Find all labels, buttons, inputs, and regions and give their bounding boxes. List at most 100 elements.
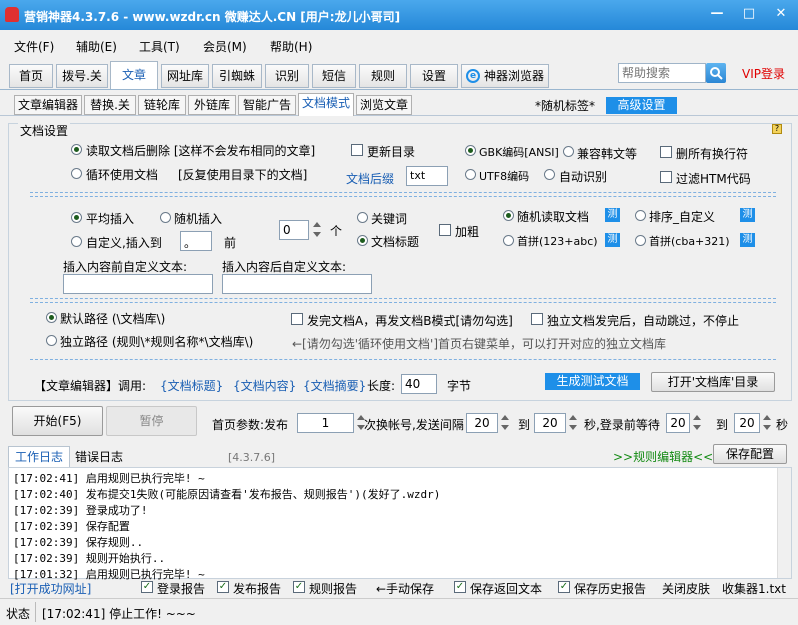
tab-sms[interactable]: 短信 xyxy=(312,64,356,88)
read-delete-radio[interactable] xyxy=(71,144,82,155)
interval-to-input[interactable]: 20 xyxy=(534,413,566,433)
update-dir-checkbox[interactable] xyxy=(351,144,363,156)
interval-to-spinner[interactable] xyxy=(568,413,578,433)
count-spinner[interactable] xyxy=(312,220,322,240)
subtab-browse-articles[interactable]: 浏览文章 xyxy=(356,95,412,115)
help-icon[interactable]: ? xyxy=(772,124,782,134)
interval-from-input[interactable]: 20 xyxy=(466,413,498,433)
pinyin-desc-radio[interactable] xyxy=(635,235,646,246)
wait-from-input[interactable]: 20 xyxy=(666,413,690,433)
search-icon[interactable] xyxy=(706,63,726,83)
open-doc-lib-button[interactable]: 打开'文档库'目录 xyxy=(651,372,775,392)
menu-tools[interactable]: 工具(T) xyxy=(139,38,180,55)
vip-login-link[interactable]: VIP登录 xyxy=(742,65,785,82)
login-report-checkbox[interactable]: ✓ xyxy=(141,581,153,593)
subtab-link-wheel[interactable]: 链轮库 xyxy=(138,95,186,115)
start-button[interactable]: 开始(F5) xyxy=(12,406,103,436)
doc-title-radio[interactable] xyxy=(357,235,368,246)
tab-settings[interactable]: 设置 xyxy=(410,64,458,88)
bold-checkbox[interactable] xyxy=(439,224,451,236)
tab-error-log[interactable]: 错误日志 xyxy=(72,448,126,467)
collector-link[interactable]: 收集器1.txt xyxy=(722,580,786,597)
minimize-icon[interactable]: — xyxy=(706,4,728,24)
save-return-checkbox[interactable]: ✓ xyxy=(454,581,466,593)
subtab-doc-mode[interactable]: 文档模式 xyxy=(298,93,354,116)
save-config-button[interactable]: 保存配置 xyxy=(713,444,787,464)
rand-insert-radio[interactable] xyxy=(160,212,171,223)
menu-help[interactable]: 帮助(H) xyxy=(270,38,312,55)
tab-work-log[interactable]: 工作日志 xyxy=(8,446,70,467)
test-button-4[interactable]: 测 xyxy=(740,233,755,247)
manual-save-link[interactable]: ←手动保存 xyxy=(376,580,434,597)
subtab-article-editor[interactable]: 文章编辑器 xyxy=(14,95,82,115)
log-scrollbar[interactable] xyxy=(777,468,791,578)
tab-dial[interactable]: 拨号.关 xyxy=(56,64,108,88)
tab-article[interactable]: 文章 xyxy=(110,61,158,89)
help-search-input[interactable] xyxy=(618,63,706,83)
close-icon[interactable]: ✕ xyxy=(770,4,792,24)
default-path-radio[interactable] xyxy=(46,312,57,323)
wait-to-input[interactable]: 20 xyxy=(734,413,760,433)
publish-report-checkbox[interactable]: ✓ xyxy=(217,581,229,593)
save-history-checkbox[interactable]: ✓ xyxy=(558,581,570,593)
interval-from-spinner[interactable] xyxy=(500,413,510,433)
wait-to-spinner[interactable] xyxy=(762,413,772,433)
log-box[interactable]: [17:02:41] 启用规则已执行完毕! ~ [17:02:40] 发布提交1… xyxy=(8,467,792,581)
rand-read-radio[interactable] xyxy=(503,210,514,221)
tab-url-lib[interactable]: 网址库 xyxy=(161,64,209,88)
tag-doc-content[interactable]: {文档内容} xyxy=(233,377,296,394)
sort-custom-radio[interactable] xyxy=(635,210,646,221)
test-button-1[interactable]: 测 xyxy=(605,208,620,222)
pause-button[interactable]: 暂停 xyxy=(106,406,197,436)
tab-rules[interactable]: 规则 xyxy=(359,64,407,88)
subtab-smart-ads[interactable]: 智能广告 xyxy=(238,95,296,115)
loop-use-radio[interactable] xyxy=(71,168,82,179)
random-tag-label[interactable]: *随机标签* xyxy=(535,97,595,114)
before-text-input[interactable] xyxy=(63,274,213,294)
send-ab-checkbox[interactable] xyxy=(291,313,303,325)
subtab-external-links[interactable]: 外链库 xyxy=(188,95,236,115)
menu-file[interactable]: 文件(F) xyxy=(14,38,54,55)
tab-recognize[interactable]: 识别 xyxy=(265,64,309,88)
loop-use-label: 循环使用文档 xyxy=(86,168,159,182)
doc-suffix-label: 文档后缀 xyxy=(346,172,395,186)
publish-count-input[interactable]: 1 xyxy=(297,413,354,433)
wait-from-spinner[interactable] xyxy=(692,413,702,433)
pinyin-asc-radio[interactable] xyxy=(503,235,514,246)
generate-test-doc-button[interactable]: 生成测试文档 xyxy=(545,373,640,390)
tag-doc-summary[interactable]: {文档摘要} xyxy=(303,377,366,394)
custom-insert-input[interactable]: 。 xyxy=(180,231,212,251)
after-text-input[interactable] xyxy=(222,274,372,294)
doc-suffix-input[interactable]: txt xyxy=(406,166,448,186)
filter-html-checkbox[interactable] xyxy=(660,171,672,183)
auto-detect-radio[interactable] xyxy=(544,169,555,180)
tab-spider[interactable]: 引蜘蛛 xyxy=(212,64,262,88)
open-success-url-link[interactable]: [打开成功网址] xyxy=(10,580,91,597)
compat-kr-radio[interactable] xyxy=(563,146,574,157)
count-unit: 个 xyxy=(330,224,343,238)
custom-insert-radio[interactable] xyxy=(71,236,82,247)
gbk-radio[interactable] xyxy=(465,145,476,156)
keyword-label: 关键词 xyxy=(371,212,408,226)
rule-report-checkbox[interactable]: ✓ xyxy=(293,581,305,593)
tag-doc-title[interactable]: {文档标题} xyxy=(160,377,223,394)
indep-path-radio[interactable] xyxy=(46,335,57,346)
tab-home[interactable]: 首页 xyxy=(9,64,53,88)
tab-browser[interactable]: e 神器浏览器 xyxy=(461,64,549,88)
test-button-3[interactable]: 测 xyxy=(605,233,620,247)
count-input[interactable]: 0 xyxy=(279,220,309,240)
remove-newlines-checkbox[interactable] xyxy=(660,146,672,158)
indep-skip-checkbox[interactable] xyxy=(531,313,543,325)
avg-insert-radio[interactable] xyxy=(71,212,82,223)
test-button-2[interactable]: 测 xyxy=(740,208,755,222)
maximize-icon[interactable]: □ xyxy=(738,4,760,24)
keyword-radio[interactable] xyxy=(357,212,368,223)
advanced-settings-button[interactable]: 高级设置 xyxy=(606,97,677,114)
menu-assist[interactable]: 辅助(E) xyxy=(76,38,117,55)
rule-editor-link[interactable]: >>规则编辑器<< xyxy=(613,448,713,465)
utf8-radio[interactable] xyxy=(465,169,476,180)
subtab-replace[interactable]: 替换.关 xyxy=(84,95,136,115)
menu-member[interactable]: 会员(M) xyxy=(203,38,247,55)
length-input[interactable]: 40 xyxy=(401,374,437,394)
close-skin-link[interactable]: 关闭皮肤 xyxy=(662,580,710,597)
